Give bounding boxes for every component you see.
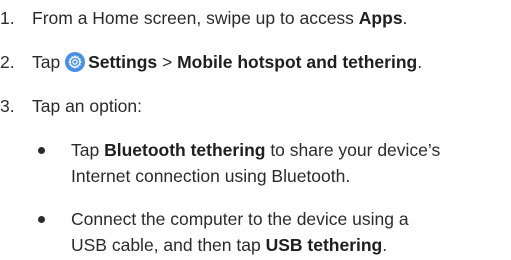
step-text-plain: Tap xyxy=(32,52,66,72)
bullet-text-bold: USB tethering xyxy=(265,235,383,255)
step-text-plain: . xyxy=(417,52,423,72)
bullet-text-bold: Bluetooth tethering xyxy=(104,140,266,160)
bullet-dot xyxy=(38,216,45,223)
bullet-text-plain: Tap xyxy=(71,140,105,160)
step-text: Tap an option: xyxy=(32,96,142,116)
bullet-text-line: Internet connection using Bluetooth. xyxy=(71,166,351,186)
step-number: 3. xyxy=(0,96,15,116)
step-text-bold: Apps xyxy=(358,8,403,28)
step-number: 2. xyxy=(0,52,15,72)
step-text-plain: . xyxy=(402,8,408,28)
step-text: Tap Settings > Mobile hotspot and tether… xyxy=(32,49,422,75)
step-text-bold: Settings xyxy=(88,52,158,72)
step-text-plain: From a Home screen, swipe up to access xyxy=(32,8,359,28)
step-text-plain: > xyxy=(157,52,178,72)
step-text-bold: Mobile hotspot and tethering xyxy=(177,52,418,72)
settings-gear-icon xyxy=(65,52,86,72)
step-number: 1. xyxy=(0,8,15,28)
bullet-dot xyxy=(38,147,45,154)
bullet-text-plain: to share your device’s xyxy=(265,140,441,160)
step-text: From a Home screen, swipe up to access A… xyxy=(32,5,407,31)
bullet-text-line: Connect the computer to the device using… xyxy=(71,209,409,229)
bullet-text-line: Tap Bluetooth tethering to share your de… xyxy=(71,137,440,163)
bullet-text-plain: . xyxy=(382,235,388,255)
bullet-text-line: USB cable, and then tap USB tethering. xyxy=(71,232,387,258)
bullet-text-plain: USB cable, and then tap xyxy=(71,235,266,255)
